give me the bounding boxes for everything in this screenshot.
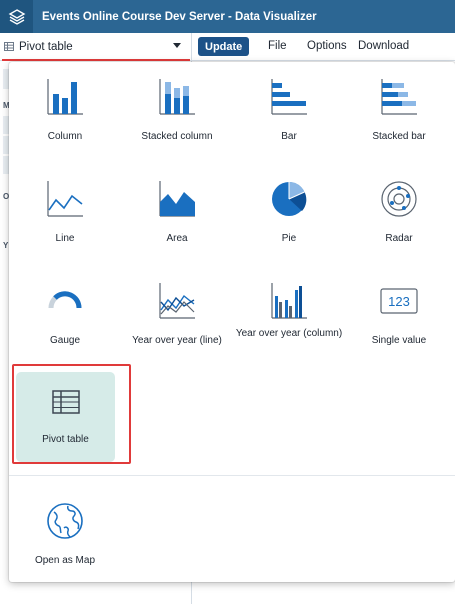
line-chart-icon	[47, 181, 83, 217]
dhis2-logo-icon	[8, 8, 25, 25]
vis-type-single-value[interactable]: 123 Single value	[343, 266, 455, 368]
open-as-map-option[interactable]: Open as Map	[9, 486, 121, 588]
stacked-column-chart-icon	[159, 79, 195, 115]
visualization-type-menu: Column Stacked column Bar Stacked bar Li…	[9, 62, 455, 582]
selected-visualization-type: Pivot table	[19, 40, 73, 53]
vis-type-radar[interactable]: Radar	[343, 164, 455, 266]
vis-type-label: Year over year (column)	[235, 328, 343, 339]
year-over-year-column-icon	[271, 283, 307, 319]
vis-type-label: Year over year (line)	[132, 335, 222, 346]
vis-type-label: Stacked column	[141, 131, 213, 142]
year-over-year-line-icon	[159, 283, 195, 319]
pie-chart-icon	[272, 182, 307, 216]
vis-type-column[interactable]: Column	[9, 62, 121, 164]
vis-type-year-over-year-line[interactable]: Year over year (line)	[121, 266, 233, 368]
table-icon	[4, 42, 14, 51]
vis-type-label: Radar	[385, 233, 413, 244]
vis-type-label: Stacked bar	[372, 131, 426, 142]
app-logo[interactable]	[0, 0, 33, 33]
vis-type-label: Gauge	[49, 335, 81, 346]
radar-chart-icon	[381, 181, 417, 217]
vis-type-area[interactable]: Area	[121, 164, 233, 266]
single-value-icon: 123	[380, 288, 418, 314]
vis-type-label: Bar	[281, 131, 297, 142]
area-chart-icon	[159, 181, 195, 217]
vis-type-stacked-bar[interactable]: Stacked bar	[343, 62, 455, 164]
app-title: Events Online Course Dev Server - Data V…	[42, 10, 317, 23]
file-menu[interactable]: File	[268, 40, 287, 52]
stacked-bar-chart-icon	[381, 79, 417, 115]
toolbar-divider	[191, 33, 192, 60]
vis-type-line[interactable]: Line	[9, 164, 121, 266]
chevron-down-icon	[173, 43, 181, 48]
dimension-letter-y: Y	[3, 241, 9, 250]
vis-type-label: Single value	[371, 335, 427, 346]
globe-icon	[47, 503, 83, 539]
vis-type-gauge[interactable]: Gauge	[9, 266, 121, 368]
bar-chart-icon	[271, 79, 307, 115]
visualization-type-selector[interactable]: Pivot table	[0, 33, 190, 61]
update-button[interactable]: Update	[198, 37, 250, 56]
selection-highlight-box	[12, 364, 131, 464]
vis-type-label: Area	[166, 233, 188, 244]
vis-type-stacked-column[interactable]: Stacked column	[121, 62, 233, 164]
vis-type-label: Line	[55, 233, 75, 244]
vis-type-bar[interactable]: Bar	[233, 62, 345, 164]
gauge-chart-icon	[48, 291, 82, 309]
vis-type-label: Column	[47, 131, 83, 142]
vis-type-pie[interactable]: Pie	[233, 164, 345, 266]
options-menu[interactable]: Options	[307, 40, 347, 52]
app-header: Events Online Course Dev Server - Data V…	[0, 0, 455, 33]
column-chart-icon	[47, 79, 83, 115]
vis-type-label: Pie	[281, 233, 297, 244]
single-value-icon-text: 123	[388, 294, 410, 309]
toolbar: Pivot table Update File Options Download	[0, 33, 455, 61]
vis-type-year-over-year-column[interactable]: Year over year (column)	[233, 266, 345, 368]
download-menu[interactable]: Download	[358, 40, 409, 52]
menu-divider	[9, 475, 455, 476]
open-as-map-label: Open as Map	[34, 555, 96, 566]
